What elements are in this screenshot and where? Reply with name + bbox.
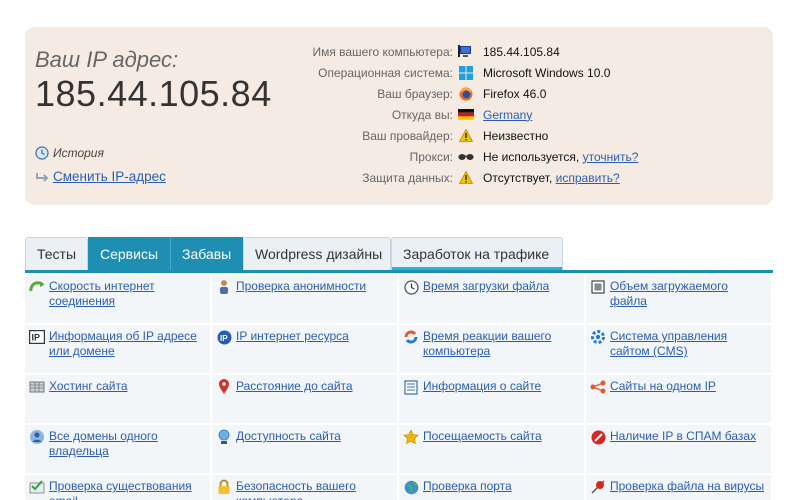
user-icon — [216, 279, 232, 295]
tab-fun[interactable]: Забавы — [170, 237, 243, 271]
info-row-os: Операционная система: Microsoft Windows … — [318, 65, 611, 80]
tab-wordpress[interactable]: Wordpress дизайны — [243, 237, 391, 271]
service-item[interactable]: Система управления сайтом (CMS) — [586, 325, 771, 373]
warning-icon — [458, 129, 474, 143]
tab-bar-underline — [25, 270, 773, 273]
firefox-icon — [458, 87, 474, 101]
change-ip-link[interactable]: Сменить IP-адрес — [35, 169, 166, 184]
info-row-computer-name: Имя вашего компьютера: 185.44.105.84 — [312, 44, 560, 59]
star-icon — [403, 429, 419, 445]
ip-circle-icon: IP — [216, 329, 232, 345]
file-size-icon — [590, 279, 606, 295]
ip-label: Ваш IP адрес: — [35, 47, 179, 72]
service-item[interactable]: Информация о сайте — [399, 375, 584, 423]
info-row-provider: Ваш провайдер: Неизвестно — [362, 128, 549, 143]
service-item[interactable]: IP Информация об IP адресе или домене — [25, 325, 210, 373]
document-icon — [403, 379, 419, 395]
service-item[interactable]: Время реакции вашего компьютера — [399, 325, 584, 373]
reaction-icon — [403, 329, 419, 345]
history-label: История — [53, 146, 104, 160]
no-entry-icon — [590, 429, 606, 445]
clock-icon — [403, 279, 419, 295]
ip-info-panel: Ваш IP адрес: 185.44.105.84 История Смен… — [25, 27, 773, 205]
location-link[interactable]: Germany — [483, 108, 532, 122]
proxy-clarify-link[interactable]: уточнить? — [583, 150, 639, 164]
tab-services[interactable]: Сервисы — [88, 237, 170, 271]
server-icon — [29, 379, 45, 395]
globe-icon — [403, 479, 419, 495]
service-item[interactable]: Сайты на одном IP — [586, 375, 771, 423]
owner-icon — [29, 429, 45, 445]
service-item[interactable]: Проверка анонимности — [212, 275, 397, 323]
gear-icon — [590, 329, 606, 345]
ip-icon: IP — [29, 329, 45, 345]
lock-icon — [216, 479, 232, 495]
service-item[interactable]: Время загрузки файла — [399, 275, 584, 323]
change-ip-text[interactable]: Сменить IP-адрес — [53, 169, 166, 184]
service-item[interactable]: Проверка порта — [399, 475, 584, 500]
warning-icon — [458, 171, 474, 185]
service-item[interactable]: Хостинг сайта — [25, 375, 210, 423]
tab-tests[interactable]: Тесты — [25, 237, 88, 271]
network-icon — [590, 379, 606, 395]
svg-text:IP: IP — [220, 334, 228, 343]
service-item[interactable]: Все домены одного владельца — [25, 425, 210, 473]
change-arrow-icon — [35, 170, 49, 184]
service-item[interactable]: Наличие IP в СПАМ базах — [586, 425, 771, 473]
info-row-location: Откуда вы: Germany — [391, 107, 533, 122]
svg-text:IP: IP — [32, 333, 41, 343]
history-clock-icon — [35, 146, 49, 160]
service-item[interactable]: IP IP интернет ресурса — [212, 325, 397, 373]
email-check-icon — [29, 479, 45, 495]
service-item[interactable]: Проверка существования email — [25, 475, 210, 500]
tab-bar: Тесты Сервисы Забавы Wordpress дизайны З… — [25, 237, 563, 271]
protection-fix-link[interactable]: исправить? — [556, 171, 620, 185]
speed-arrow-icon — [29, 279, 45, 295]
info-row-browser: Ваш браузер: Firefox 46.0 — [377, 86, 547, 101]
service-item[interactable]: Посещаемость сайта — [399, 425, 584, 473]
germany-flag-icon — [458, 108, 474, 122]
service-item[interactable]: Безопасность вашего компьютера — [212, 475, 397, 500]
service-item[interactable]: Доступность сайта — [212, 425, 397, 473]
service-item[interactable]: Скорость интернет соединения — [25, 275, 210, 323]
tab-traffic-earnings[interactable]: Заработок на трафике — [391, 237, 563, 271]
virus-icon — [590, 479, 606, 495]
history-link[interactable]: История — [35, 146, 104, 160]
globe-user-icon — [216, 429, 232, 445]
windows-icon — [458, 65, 474, 80]
glasses-icon — [458, 150, 474, 164]
info-row-proxy: Прокси: Не используется, уточнить? — [409, 149, 639, 164]
service-item[interactable]: Проверка файла на вирусы — [586, 475, 771, 500]
info-row-data-protection: Защита данных: Отсутствует, исправить? — [362, 170, 620, 185]
map-pin-icon — [216, 379, 232, 395]
service-item[interactable]: Расстояние до сайта — [212, 375, 397, 423]
service-item[interactable]: Объем загружаемого файла — [586, 275, 771, 323]
computer-icon — [458, 44, 474, 59]
